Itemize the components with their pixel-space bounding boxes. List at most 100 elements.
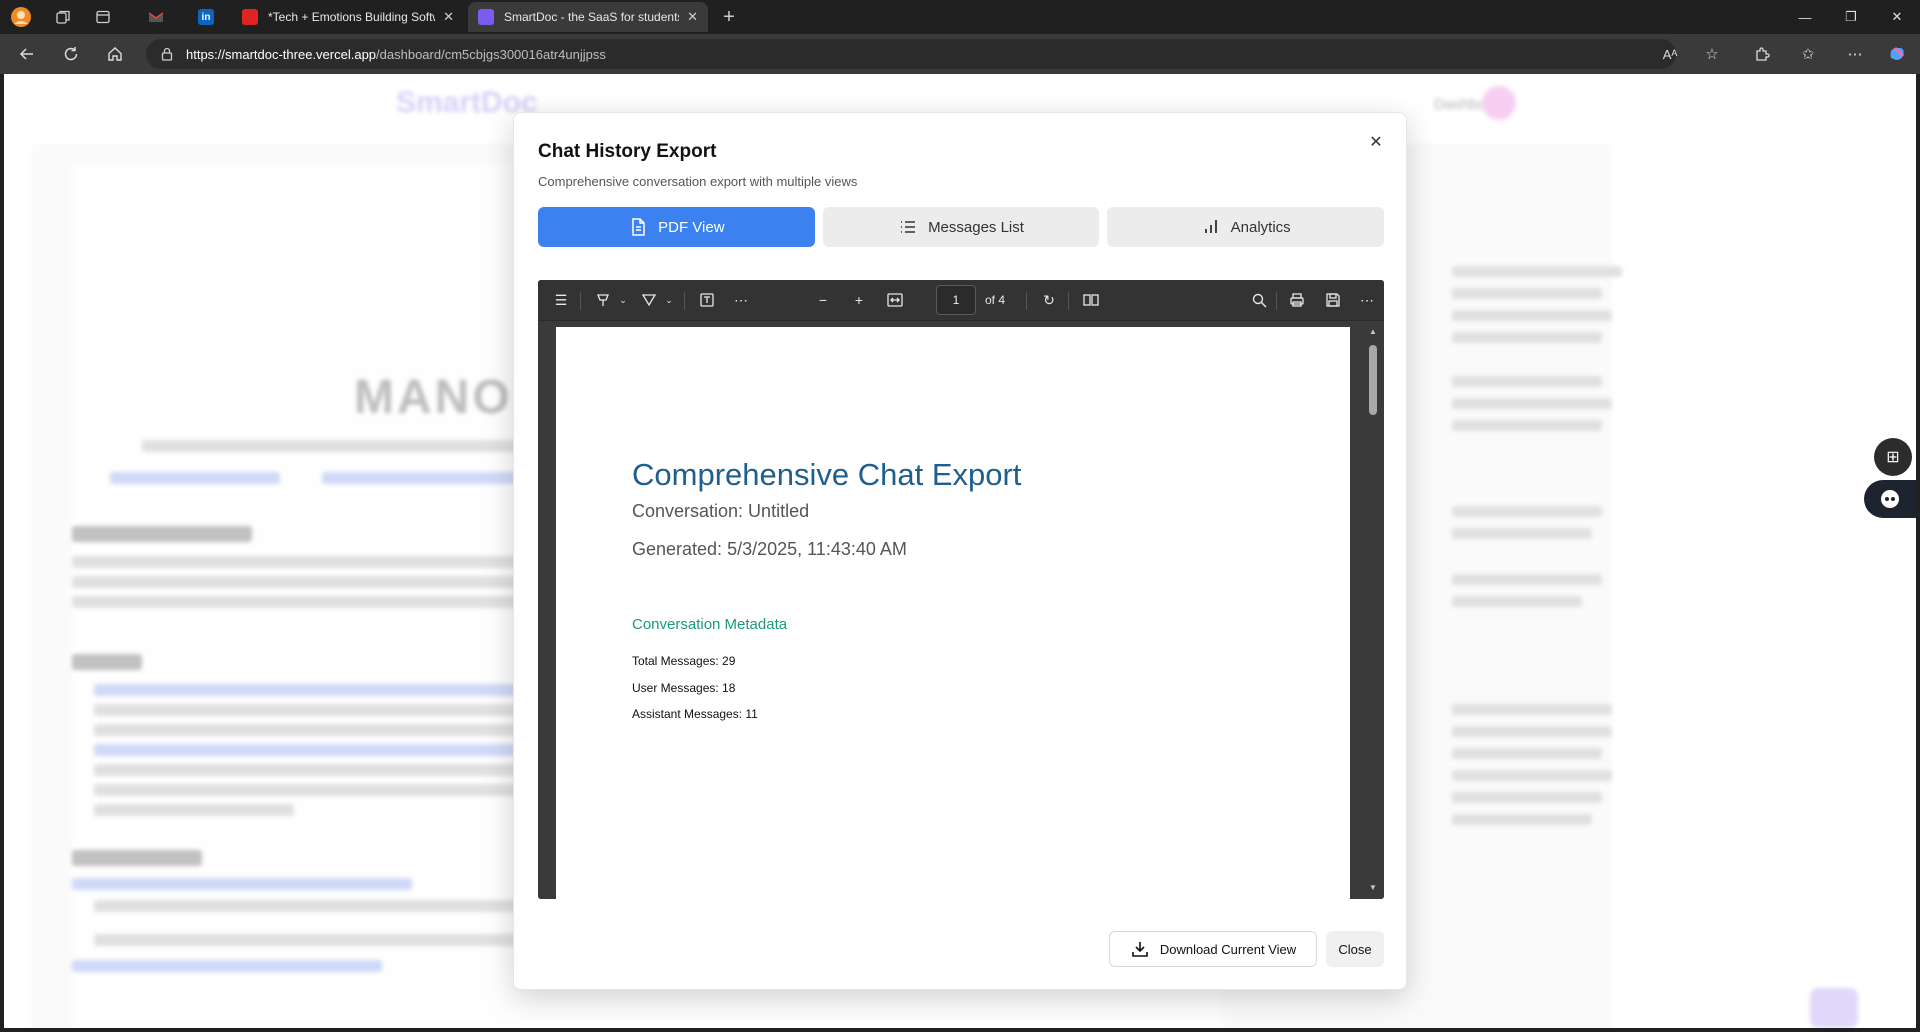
save-icon[interactable] xyxy=(1322,289,1344,311)
feedback-line xyxy=(1452,596,1582,607)
document-icon xyxy=(632,218,645,236)
chevron-down-icon[interactable]: ⌄ xyxy=(612,289,634,311)
tab-tech-emotions[interactable]: *Tech + Emotions Building Software ✕ xyxy=(232,2,464,32)
list-icon xyxy=(901,221,916,233)
feedback-line xyxy=(1452,704,1612,715)
scroll-up-icon[interactable]: ▲ xyxy=(1368,327,1378,337)
scroll-down-icon[interactable]: ▼ xyxy=(1368,883,1378,893)
read-aloud-icon[interactable]: Aᴬ xyxy=(1658,42,1682,66)
workspaces-icon[interactable] xyxy=(50,5,76,29)
resume-line xyxy=(94,724,524,736)
favorite-star-icon[interactable]: ☆ xyxy=(1700,42,1724,66)
profile-avatar-icon[interactable] xyxy=(8,5,34,29)
resume-line xyxy=(94,934,524,946)
feedback-line xyxy=(1452,420,1602,431)
feedback-line xyxy=(1452,288,1602,299)
pdf-heading: Comprehensive Chat Export xyxy=(632,457,1022,492)
resume-line xyxy=(94,704,524,716)
pdf-total-messages: Total Messages: 29 xyxy=(632,654,736,668)
close-icon[interactable]: ✕ xyxy=(1364,130,1388,154)
page-count: of 4 xyxy=(985,293,1006,307)
pdf-scrollbar[interactable]: ▲ ▼ xyxy=(1368,327,1378,893)
pdf-user-messages: User Messages: 18 xyxy=(632,681,736,695)
highlight-icon[interactable] xyxy=(592,289,614,311)
scroll-thumb[interactable] xyxy=(1369,345,1377,415)
feedback-line xyxy=(1452,310,1612,321)
home-icon[interactable] xyxy=(101,41,129,67)
dialog-title: Chat History Export xyxy=(538,141,717,162)
new-tab-button[interactable]: + xyxy=(716,5,742,29)
tab-smartdoc[interactable]: SmartDoc - the SaaS for students ✕ xyxy=(468,2,708,32)
close-tab-icon[interactable]: ✕ xyxy=(687,9,698,25)
close-window-icon[interactable]: ✕ xyxy=(1874,0,1920,34)
tab-gmail[interactable] xyxy=(138,2,182,32)
feedback-line xyxy=(1452,266,1622,277)
copilot-icon[interactable] xyxy=(1885,42,1909,66)
fit-width-icon[interactable] xyxy=(884,289,906,311)
more-options-icon[interactable]: ⋯ xyxy=(1356,289,1378,311)
feedback-line xyxy=(1452,770,1612,781)
pdf-scroll-area[interactable]: Comprehensive Chat Export Conversation: … xyxy=(538,321,1384,899)
feedback-line xyxy=(1452,506,1602,517)
feedback-line xyxy=(1452,792,1602,803)
contents-list-icon[interactable]: ☰ xyxy=(550,289,572,311)
pdf-generated: Generated: 5/3/2025, 11:43:40 AM xyxy=(632,539,907,559)
rotate-icon[interactable]: ↻ xyxy=(1038,289,1060,311)
resume-line xyxy=(94,784,524,796)
linkedin-icon: in xyxy=(198,9,214,25)
favorites-icon[interactable]: ✩ xyxy=(1796,42,1820,66)
draw-icon[interactable] xyxy=(638,289,660,311)
view-tabs: PDF View Messages List Analytics xyxy=(538,207,1385,247)
send-button[interactable] xyxy=(1810,988,1858,1028)
feedback-line xyxy=(1452,748,1602,759)
resume-line xyxy=(94,764,524,776)
chevron-down-icon[interactable]: ⌄ xyxy=(658,289,680,311)
tab-pdf-view[interactable]: PDF View xyxy=(538,207,815,247)
vertical-tabs-icon[interactable] xyxy=(90,5,116,29)
text-box-icon[interactable] xyxy=(696,289,718,311)
more-options-icon[interactable]: ⋯ xyxy=(1843,42,1867,66)
apps-grid-icon[interactable]: ⊞ xyxy=(1874,438,1912,476)
avatar[interactable] xyxy=(1482,86,1516,120)
chat-history-export-dialog: Chat History Export Comprehensive conver… xyxy=(513,112,1407,990)
resume-line xyxy=(142,440,522,452)
back-icon[interactable] xyxy=(13,41,41,67)
restore-icon[interactable]: ❐ xyxy=(1828,0,1874,34)
resume-heading xyxy=(72,526,252,542)
resume-line xyxy=(72,878,412,890)
browser-tab-bar: in *Tech + Emotions Building Software ✕ … xyxy=(0,0,1920,34)
resume-heading xyxy=(72,654,142,670)
pdf-conversation: Conversation: Untitled xyxy=(632,501,810,521)
zoom-out-icon[interactable]: − xyxy=(812,289,834,311)
extensions-icon[interactable] xyxy=(1750,42,1774,66)
refresh-icon[interactable] xyxy=(57,41,85,67)
resume-line xyxy=(322,472,522,484)
assistant-bot-icon[interactable] xyxy=(1864,480,1916,518)
feedback-line xyxy=(1452,814,1592,825)
close-tab-icon[interactable]: ✕ xyxy=(443,9,454,25)
tab-analytics[interactable]: Analytics xyxy=(1107,207,1385,247)
resume-line xyxy=(94,684,524,696)
close-button[interactable]: Close xyxy=(1326,931,1384,967)
more-tools-icon[interactable]: ⋯ xyxy=(730,289,752,311)
tab-linkedin[interactable]: in xyxy=(188,2,232,32)
browser-address-bar: https://smartdoc-three.vercel.app /dashb… xyxy=(0,34,1920,74)
resume-line xyxy=(72,556,522,568)
page-number-input[interactable]: 1 xyxy=(936,285,976,315)
print-icon[interactable] xyxy=(1286,289,1308,311)
minimize-icon[interactable]: — xyxy=(1782,0,1828,34)
zoom-in-icon[interactable]: + xyxy=(848,289,870,311)
pdf-metadata-heading: Conversation Metadata xyxy=(632,616,788,633)
resume-line xyxy=(94,804,294,816)
page-view-icon[interactable] xyxy=(1080,289,1102,311)
download-current-view-button[interactable]: Download Current View xyxy=(1109,931,1317,967)
resume-line xyxy=(72,576,522,588)
tab-messages-list[interactable]: Messages List xyxy=(822,207,1100,247)
lock-icon xyxy=(161,47,173,61)
resume-line xyxy=(110,472,280,484)
feedback-line xyxy=(1452,376,1602,387)
feedback-line xyxy=(1452,726,1612,737)
feedback-line xyxy=(1452,332,1602,343)
search-icon[interactable] xyxy=(1248,289,1270,311)
url-field[interactable]: https://smartdoc-three.vercel.app /dashb… xyxy=(146,39,1676,69)
